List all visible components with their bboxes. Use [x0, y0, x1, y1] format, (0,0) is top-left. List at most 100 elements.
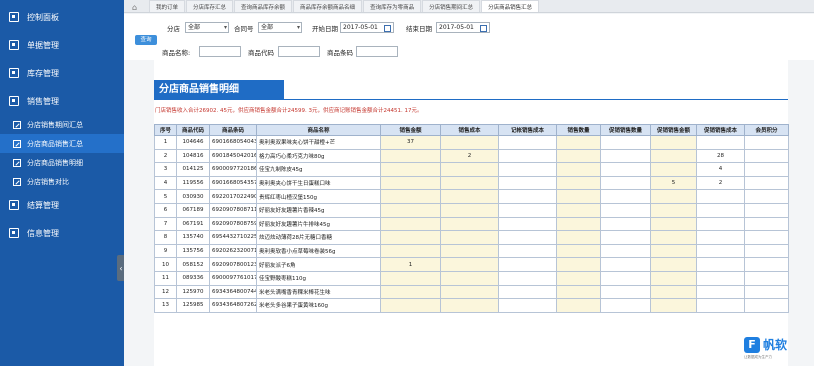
tab-product-summary[interactable]: 分店商品销售汇总 — [481, 0, 540, 12]
column-header: 序号 — [154, 124, 177, 136]
product-name-label: 商品名称: — [162, 49, 191, 57]
summary-text: 门店销售收入合计26902. 45元，供应商销售金额合计24599. 3元，供应… — [155, 108, 423, 114]
product-code-cell: 058152 — [176, 257, 210, 272]
value-cell — [556, 270, 601, 286]
value-cell — [650, 270, 697, 286]
value-cell — [440, 284, 499, 300]
value-cell — [696, 257, 745, 272]
product-name-cell: 格力高巧心柔巧克力味80g — [256, 148, 381, 164]
value-cell — [380, 230, 441, 245]
sub-item-label: 分店商品销售汇总 — [27, 139, 83, 148]
product-name-cell: 米老头满嘴香青稞米棒花生味 — [256, 284, 381, 300]
column-header: 商品条码 — [209, 124, 257, 136]
product-name-input[interactable] — [199, 46, 241, 57]
value-cell — [380, 298, 441, 313]
value-cell — [600, 230, 651, 245]
sub-item-compare[interactable]: 分店销售对比 — [0, 172, 124, 191]
nav-control-panel[interactable]: 控制面板 — [0, 3, 124, 31]
branch-select[interactable]: 全部 — [185, 22, 229, 33]
value-cell — [440, 175, 499, 191]
menu-icon — [9, 12, 19, 22]
tab-period-summary[interactable]: 分店销售期间汇总 — [422, 0, 481, 12]
row-number: 2 — [154, 148, 177, 164]
column-header: 促销销售金额 — [650, 124, 697, 136]
calendar-icon[interactable] — [384, 25, 391, 32]
value-cell — [556, 257, 601, 272]
value-cell — [600, 270, 651, 286]
product-code-cell: 104646 — [176, 135, 210, 150]
value-cell — [650, 230, 697, 245]
value-cell — [600, 243, 651, 259]
tab-my-orders[interactable]: 我的订单 — [149, 0, 186, 12]
calendar-icon[interactable] — [480, 25, 487, 32]
table-row: 5 030930 6922017022490 贵辉红枣山楂汉堡150g — [154, 189, 789, 204]
barcode-cell: 6900097720186 — [209, 162, 257, 177]
sales-detail-table: 序号 商品代码 商品条码 商品名称 销售金额 销售成本 记帐销售成本 销售数量 促销销售数量 促销… — [154, 124, 789, 313]
sub-item-product-summary[interactable]: 分店商品销售汇总 — [0, 134, 124, 153]
fanruan-logo: F 帆软 让数据成为生产力 — [744, 337, 810, 366]
value-cell — [498, 162, 557, 177]
value-cell — [498, 284, 557, 300]
query-button[interactable]: 查询 — [135, 35, 157, 45]
nav-settlement[interactable]: 结算管理 — [0, 191, 124, 219]
row-number: 11 — [154, 270, 177, 286]
table-row: 6 067189 6920907808711 好丽友好友趣薯片香辣45g — [154, 202, 789, 218]
value-cell — [650, 162, 697, 177]
column-header: 商品代码 — [176, 124, 210, 136]
table-row: 7 067191 6920907808759 好丽友好友趣薯片牛排味45g — [154, 216, 789, 232]
value-cell — [440, 298, 499, 313]
nav-label: 控制面板 — [27, 12, 59, 22]
nav-sales[interactable]: 销售管理 — [0, 87, 124, 115]
value-cell — [498, 257, 557, 272]
table-row: 11 089336 6900097761017 佳宝野酸枣糕110g — [154, 270, 789, 286]
start-date-input[interactable]: 2017-05-01 — [340, 22, 394, 33]
value-cell — [380, 189, 441, 204]
value-cell: 2 — [440, 148, 499, 164]
row-number: 5 — [154, 189, 177, 204]
barcode-cell: 6920907808711 — [209, 202, 257, 218]
value-cell — [650, 202, 697, 218]
column-header: 销售数量 — [556, 124, 601, 136]
end-date-input[interactable]: 2017-05-01 — [436, 22, 490, 33]
value-cell — [696, 135, 745, 150]
barcode-input[interactable] — [356, 46, 398, 57]
row-number: 7 — [154, 216, 177, 232]
tab-zero-stock[interactable]: 查询库存为零商品 — [363, 0, 422, 12]
value-cell — [556, 202, 601, 218]
value-cell — [556, 284, 601, 300]
product-code-input[interactable] — [278, 46, 320, 57]
value-cell — [744, 175, 789, 191]
value-cell: 37 — [380, 135, 441, 150]
value-cell — [600, 135, 651, 150]
menu-icon — [9, 68, 19, 78]
product-code-cell: 067191 — [176, 216, 210, 232]
sub-item-period-summary[interactable]: 分店销售期间汇总 — [0, 115, 124, 134]
tab-stock-balance[interactable]: 查询商品库存余额 — [234, 0, 293, 12]
value-cell — [744, 230, 789, 245]
value-cell — [440, 189, 499, 204]
value-cell — [744, 216, 789, 232]
value-cell — [440, 243, 499, 259]
value-cell — [696, 284, 745, 300]
sub-item-label: 分店商品销售明细 — [27, 158, 83, 167]
nav-label: 单据管理 — [27, 40, 59, 50]
table-row: 1 104646 6901668054043 奥利奥双果味夹心饼干甜橙+芒 37 — [154, 135, 789, 150]
nav-info[interactable]: 信息管理 — [0, 219, 124, 247]
counter-select[interactable]: 全部 — [258, 22, 302, 33]
tab-stock-detail[interactable]: 商品库存余额商品名细 — [293, 0, 363, 12]
product-code-cell: 030930 — [176, 189, 210, 204]
filter-panel: 分店 全部 合同号 全部 开始日期 2017-05-01 结束日期 2017-0… — [124, 14, 814, 60]
tab-branch-stock[interactable]: 分店库存汇总 — [186, 0, 234, 12]
product-code-cell: 135756 — [176, 243, 210, 259]
value-cell — [556, 216, 601, 232]
row-number: 13 — [154, 298, 177, 313]
nav-documents[interactable]: 单据管理 — [0, 31, 124, 59]
value-cell — [440, 216, 499, 232]
value-cell — [744, 148, 789, 164]
home-icon[interactable]: ⌂ — [132, 3, 141, 12]
value-cell — [600, 175, 651, 191]
sub-item-product-detail[interactable]: 分店商品销售明细 — [0, 153, 124, 172]
nav-inventory[interactable]: 库存管理 — [0, 59, 124, 87]
value-cell — [650, 216, 697, 232]
value-cell — [556, 189, 601, 204]
